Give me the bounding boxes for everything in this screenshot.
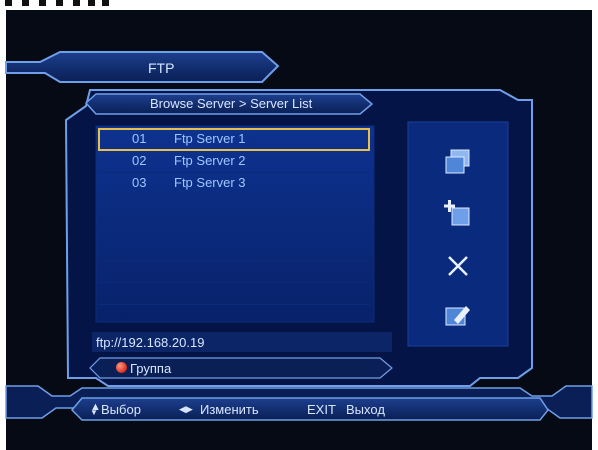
ftp-path: ftp://192.168.20.19 bbox=[96, 335, 205, 350]
group-button-label[interactable]: Группа bbox=[130, 361, 171, 376]
server-name: Ftp Server 3 bbox=[174, 175, 246, 190]
red-button-icon bbox=[116, 362, 127, 373]
page-title: FTP bbox=[148, 60, 175, 76]
exit-hint: Выход bbox=[346, 402, 385, 417]
server-row-2[interactable]: 02 Ftp Server 2 bbox=[98, 150, 370, 173]
exit-key-label: EXIT bbox=[307, 402, 336, 417]
server-name: Ftp Server 1 bbox=[174, 131, 246, 146]
add-item-icon[interactable] bbox=[444, 200, 472, 228]
server-row-3[interactable]: 03 Ftp Server 3 bbox=[98, 172, 370, 195]
empty-row[interactable] bbox=[98, 216, 370, 239]
server-number: 03 bbox=[132, 175, 147, 190]
server-row-1[interactable]: 01 Ftp Server 1 bbox=[98, 128, 370, 151]
header-tab bbox=[5, 51, 280, 83]
empty-row[interactable] bbox=[98, 282, 370, 305]
edit-pencil-icon[interactable] bbox=[444, 300, 472, 328]
select-hint: Выбор bbox=[101, 402, 141, 417]
empty-row[interactable] bbox=[98, 194, 370, 217]
empty-row[interactable] bbox=[98, 260, 370, 283]
left-right-arrows-icon: ◀▶ bbox=[179, 404, 193, 414]
breadcrumb: Browse Server > Server List bbox=[150, 96, 313, 111]
up-down-arrows-icon-lower: ▼ bbox=[90, 408, 98, 417]
server-number: 02 bbox=[132, 153, 147, 168]
change-hint: Изменить bbox=[200, 402, 259, 417]
server-name: Ftp Server 2 bbox=[174, 153, 246, 168]
empty-row[interactable] bbox=[98, 238, 370, 261]
server-number: 01 bbox=[132, 131, 147, 146]
delete-x-icon[interactable] bbox=[444, 252, 472, 280]
copy-windows-icon[interactable] bbox=[444, 148, 472, 176]
